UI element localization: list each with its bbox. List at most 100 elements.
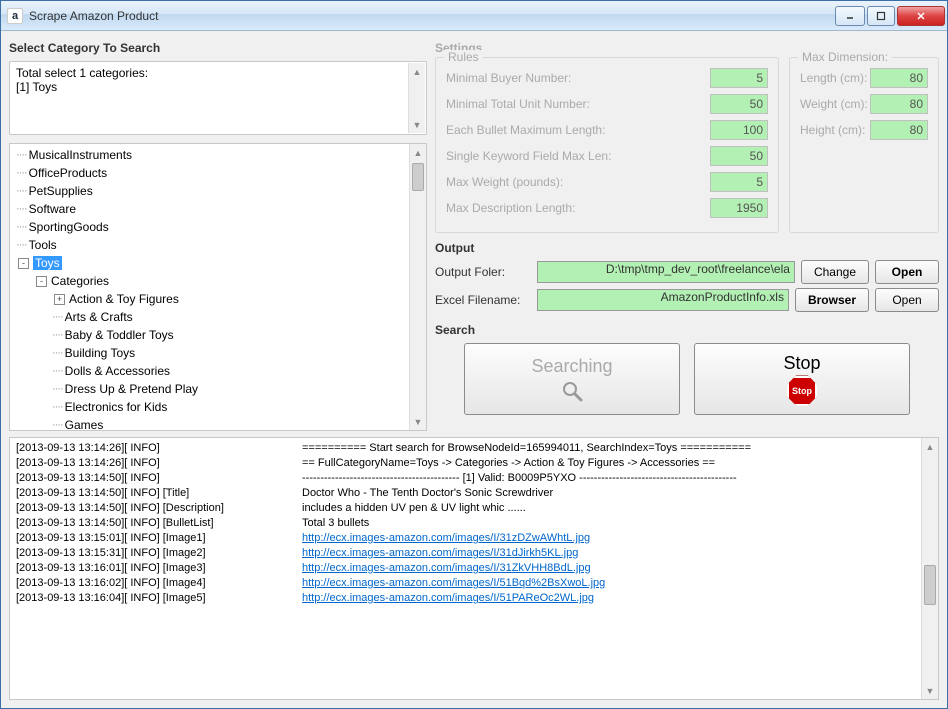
collapse-icon[interactable]: - [18,258,29,269]
app-icon: a [7,8,23,24]
dim-label: Weight (cm): [800,97,870,111]
tree-node-label: Software [29,202,76,216]
log-link[interactable]: http://ecx.images-amazon.com/images/I/31… [302,561,591,576]
scroll-up-icon[interactable]: ▲ [922,438,938,455]
log-line: [2013-09-13 13:14:26][ INFO] ========== … [16,441,932,456]
stop-icon: Stop [787,376,817,406]
category-summary: Total select 1 categories: [1] Toys ▲ ▼ [9,61,427,135]
category-summary-line1: Total select 1 categories: [16,66,420,80]
open-folder-button[interactable]: Open [875,260,939,284]
app-window: a Scrape Amazon Product Select Category … [0,0,948,709]
tree-node[interactable]: ····Dress Up & Pretend Play [12,380,424,398]
dim-label: Height (cm): [800,123,870,137]
tree-node-label: Tools [29,238,57,252]
log-line: [2013-09-13 13:14:50][ INFO] [Title]Doct… [16,486,932,501]
log-link[interactable]: http://ecx.images-amazon.com/images/I/31… [302,531,590,546]
rule-label: Max Description Length: [446,201,710,215]
scroll-down-icon[interactable]: ▼ [922,682,938,699]
rule-label: Minimal Total Unit Number: [446,97,710,111]
collapse-icon[interactable]: - [36,276,47,287]
tree-node[interactable]: ····OfficeProducts [12,164,424,182]
log-line: [2013-09-13 13:14:26][ INFO] == FullCate… [16,456,932,471]
scroll-up-icon[interactable]: ▲ [409,63,425,80]
tree-node-label: Electronics for Kids [65,400,168,414]
change-button[interactable]: Change [801,260,869,284]
magnifier-icon [560,379,584,403]
tree-node-label: Action & Toy Figures [69,292,179,306]
tree-node[interactable]: -Toys [12,254,424,272]
output-folder-input[interactable]: D:\tmp\tmp_dev_root\freelance\ela [537,261,795,283]
maximize-button[interactable] [867,6,895,26]
tree-node-label: Dress Up & Pretend Play [65,382,198,396]
tree-node-label: Arts & Crafts [65,310,133,324]
tree-node-label: MusicalInstruments [29,148,132,162]
log-line: [2013-09-13 13:16:04][ INFO] [Image5]htt… [16,591,932,606]
tree-node[interactable]: -Categories [12,272,424,290]
minimize-button[interactable] [835,6,865,26]
searching-label: Searching [531,356,612,377]
summary-scrollbar[interactable]: ▲ ▼ [408,63,425,133]
log-link[interactable]: http://ecx.images-amazon.com/images/I/31… [302,546,578,561]
tree-node[interactable]: ····Software [12,200,424,218]
stop-button[interactable]: Stop Stop [694,343,910,415]
tree-node-label: Baby & Toddler Toys [65,328,174,342]
scroll-down-icon[interactable]: ▼ [409,116,425,133]
window-title: Scrape Amazon Product [29,9,833,23]
scroll-down-icon[interactable]: ▼ [410,413,426,430]
tree-node[interactable]: ····MusicalInstruments [12,146,424,164]
tree-node-label: Toys [33,256,62,270]
excel-filename-input[interactable]: AmazonProductInfo.xls [537,289,789,311]
close-button[interactable] [897,6,945,26]
dim-input[interactable] [870,68,928,88]
tree-node[interactable]: ····Games [12,416,424,431]
searching-button[interactable]: Searching [464,343,680,415]
log-line: [2013-09-13 13:16:02][ INFO] [Image4]htt… [16,576,932,591]
rules-title: Rules [444,50,483,64]
tree-node[interactable]: ····Electronics for Kids [12,398,424,416]
log-output[interactable]: [2013-09-13 13:14:26][ INFO] ========== … [9,437,939,700]
rule-label: Single Keyword Field Max Len: [446,149,710,163]
rule-input[interactable] [710,198,768,218]
tree-node-label: SportingGoods [29,220,109,234]
open-excel-button[interactable]: Open [875,288,939,312]
dim-label: Length (cm): [800,71,870,85]
rule-input[interactable] [710,172,768,192]
max-dimension-group: Max Dimension: Length (cm):Weight (cm):H… [789,57,939,233]
tree-node-label: PetSupplies [29,184,93,198]
tree-node-label: Categories [51,274,109,288]
rule-input[interactable] [710,94,768,114]
log-link[interactable]: http://ecx.images-amazon.com/images/I/51… [302,591,594,606]
tree-node[interactable]: ····Tools [12,236,424,254]
log-link[interactable]: http://ecx.images-amazon.com/images/I/51… [302,576,605,591]
tree-node[interactable]: ····Baby & Toddler Toys [12,326,424,344]
output-folder-label: Output Foler: [435,265,531,279]
rule-label: Minimal Buyer Number: [446,71,710,85]
tree-node-label: OfficeProducts [29,166,107,180]
rule-input[interactable] [710,120,768,140]
stop-label: Stop [783,353,820,374]
scroll-up-icon[interactable]: ▲ [410,144,426,161]
tree-node-label: Building Toys [65,346,136,360]
tree-node[interactable]: + Action & Toy Figures [12,290,424,308]
dim-input[interactable] [870,120,928,140]
browser-button[interactable]: Browser [795,288,869,312]
expand-icon[interactable]: + [54,294,65,305]
category-tree[interactable]: ····MusicalInstruments····OfficeProducts… [9,143,427,431]
tree-node[interactable]: ····PetSupplies [12,182,424,200]
dim-title: Max Dimension: [798,50,892,64]
tree-node[interactable]: ····Dolls & Accessories [12,362,424,380]
tree-scrollbar[interactable]: ▲ ▼ [409,144,426,430]
rule-input[interactable] [710,146,768,166]
output-heading: Output [435,239,939,257]
tree-node[interactable]: ····SportingGoods [12,218,424,236]
excel-filename-label: Excel Filename: [435,293,531,307]
rule-input[interactable] [710,68,768,88]
log-line: [2013-09-13 13:15:31][ INFO] [Image2]htt… [16,546,932,561]
tree-node[interactable]: ····Arts & Crafts [12,308,424,326]
log-line: [2013-09-13 13:15:01][ INFO] [Image1]htt… [16,531,932,546]
category-heading: Select Category To Search [9,39,427,57]
tree-node-label: Games [65,418,104,431]
log-scrollbar[interactable]: ▲ ▼ [921,438,938,699]
dim-input[interactable] [870,94,928,114]
tree-node[interactable]: ····Building Toys [12,344,424,362]
